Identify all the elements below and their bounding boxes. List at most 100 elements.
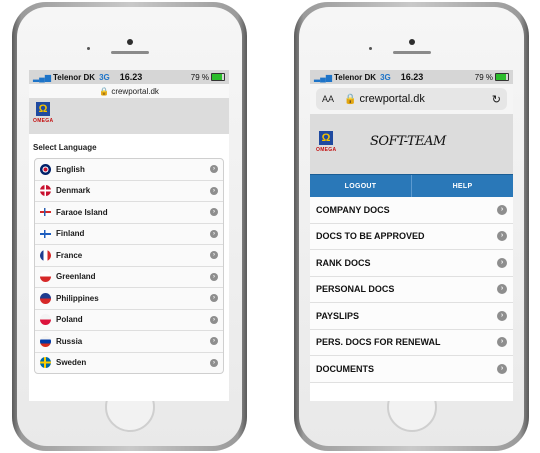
chevron-right-icon: › [210,208,218,217]
softteam-logo: SOFT-TEAM [370,134,446,149]
language-label: Philippines [56,293,99,303]
menu-item-rank-docs[interactable]: RANK DOCS › [310,250,513,277]
logo-banner: Ω OMEGA SOFT-TEAM [310,114,513,174]
chevron-right-icon: › [210,186,218,195]
help-button[interactable]: HELP [412,175,513,197]
front-camera [408,39,415,45]
signal-icon: ▂▄▆ [314,72,332,82]
menu-item-label: DOCS TO BE APPROVED [316,231,425,242]
menu-item-company-docs[interactable]: COMPANY DOCS › [310,197,513,224]
language-item-denmark[interactable]: Denmark › [35,181,223,202]
action-bar: LOGOUT HELP [310,174,513,197]
right-phone-frame: ▂▄▆ Telenor DK 3G 16.23 79 % AA 🔒 crewpo… [294,2,529,451]
status-bar: ▂▄▆ Telenor DK 3G 16.23 79 % [310,70,513,84]
chevron-right-icon: › [497,231,507,242]
sweden-flag-icon [40,357,51,369]
logo-banner: Ω OMEGA [29,98,229,134]
language-label: English [56,164,85,174]
chevron-right-icon: › [210,165,218,174]
battery-icon [211,73,225,81]
omega-logo-text: OMEGA [316,147,337,153]
russia-flag-icon [40,335,51,347]
left-phone-screen: ▂▄▆ Telenor DK 3G 16.23 79 % 🔒 crewporta… [29,70,229,401]
language-item-philippines[interactable]: Philippines › [35,288,223,310]
left-phone-frame: ▂▄▆ Telenor DK 3G 16.23 79 % 🔒 crewporta… [12,2,247,451]
language-item-poland[interactable]: Poland › [35,310,223,331]
battery-icon [495,73,509,81]
chevron-right-icon: › [210,294,218,303]
reader-text-size-button[interactable]: AA [322,94,334,104]
language-item-russia[interactable]: Russia › [35,331,223,353]
chevron-right-icon: › [497,204,507,215]
language-item-finland[interactable]: Finland › [35,224,223,245]
carrier-label: Telenor DK [333,72,377,82]
select-language-title: Select Language [33,143,97,152]
language-label: Sweden [56,358,87,368]
language-label: Poland [56,315,83,325]
language-item-english[interactable]: English › [35,159,223,181]
menu-item-label: RANK DOCS [316,257,371,268]
menu-item-personal-docs[interactable]: PERSONAL DOCS › [310,276,513,303]
chevron-right-icon: › [210,358,218,367]
chevron-right-icon: › [210,315,218,324]
url-field[interactable]: AA 🔒 crewportal.dk ↻ [316,88,507,110]
front-camera [126,39,133,45]
chevron-right-icon: › [497,363,507,374]
battery-percent: 79 % [190,72,209,82]
menu-item-label: PERSONAL DOCS [316,284,395,295]
language-item-france[interactable]: France › [35,245,223,267]
chevron-right-icon: › [210,337,218,346]
battery-percent: 79 % [474,72,493,82]
menu-item-pers-docs-for-renewal[interactable]: PERS. DOCS FOR RENEWAL › [310,329,513,356]
finland-flag-icon [40,229,51,238]
battery-status: 79 % [475,73,509,82]
carrier-label: Telenor DK [52,72,96,82]
address-bar: AA 🔒 crewportal.dk ↻ [310,84,513,114]
reload-icon[interactable]: ↻ [492,93,501,106]
language-label: Finland [56,229,85,239]
right-phone-screen: ▂▄▆ Telenor DK 3G 16.23 79 % AA 🔒 crewpo… [310,70,513,401]
menu-item-label: PERS. DOCS FOR RENEWAL [316,337,441,348]
network-label: 3G [99,72,110,82]
language-item-faroe-island[interactable]: Faraoe Island › [35,202,223,224]
greenland-flag-icon [40,271,51,283]
chevron-right-icon: › [497,337,507,348]
lock-icon: 🔒 [99,87,110,96]
clock: 16.23 [400,72,424,82]
omega-logo: Ω OMEGA [33,102,53,128]
language-label: Faraoe Island [56,207,108,217]
logout-button[interactable]: LOGOUT [310,175,412,197]
omega-logo: Ω OMEGA [316,131,336,157]
clock: 16.23 [119,72,143,82]
language-item-greenland[interactable]: Greenland › [35,267,223,288]
france-flag-icon [40,249,51,261]
menu-item-documents[interactable]: DOCUMENTS › [310,356,513,383]
chevron-right-icon: › [210,272,218,281]
philippines-flag-icon [40,292,51,304]
language-item-sweden[interactable]: Sweden › [35,353,223,374]
faroe-flag-icon [40,208,51,217]
language-label: Denmark [56,186,91,196]
earpiece-speaker [110,51,149,54]
denmark-flag-icon [40,185,51,197]
menu-item-docs-to-be-approved[interactable]: DOCS TO BE APPROVED › [310,223,513,250]
url-text: crewportal.dk [359,93,425,105]
url-bar[interactable]: 🔒 crewportal.dk [29,84,229,98]
language-label: France [56,250,83,260]
chevron-right-icon: › [210,251,218,260]
omega-symbol: Ω [319,131,333,145]
status-bar: ▂▄▆ Telenor DK 3G 16.23 79 % [29,70,229,84]
battery-status: 79 % [191,73,225,82]
url-text: crewportal.dk [111,87,159,96]
lock-icon: 🔒 [344,93,357,105]
omega-symbol: Ω [36,102,50,116]
menu-item-label: PAYSLIPS [316,310,360,321]
poland-flag-icon [40,314,51,326]
chevron-right-icon: › [497,284,507,295]
network-label: 3G [380,72,391,82]
earpiece-speaker [392,51,431,54]
menu-item-payslips[interactable]: PAYSLIPS › [310,303,513,330]
uk-flag-icon [40,163,51,175]
omega-logo-text: OMEGA [33,118,54,124]
docs-menu: COMPANY DOCS › DOCS TO BE APPROVED › RAN… [310,197,513,383]
